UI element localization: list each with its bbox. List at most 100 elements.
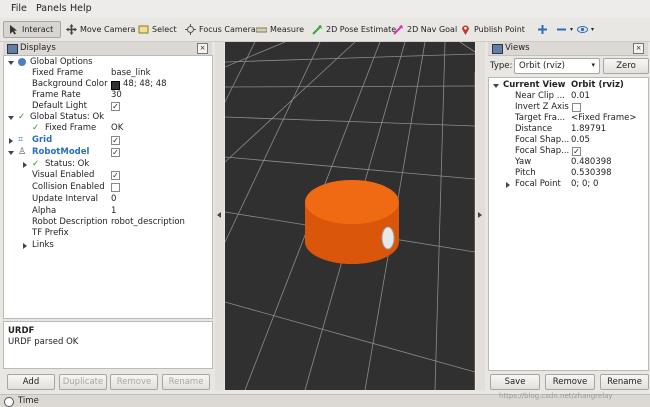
collapse-left-icon[interactable] <box>217 212 221 218</box>
view-row-focal-shape-size[interactable]: Focal Shap... 0.05 <box>489 135 648 146</box>
view-row-target-frame[interactable]: Target Fra... <Fixed Frame> <box>489 113 648 124</box>
tree-row-update-interval[interactable]: Update Interval 0 <box>4 194 212 205</box>
grid-enabled-checkbox[interactable]: ✓ <box>111 136 120 145</box>
rename-display-button[interactable]: Rename <box>162 374 210 390</box>
nav-goal-tool-button[interactable]: 2D Nav Goal <box>393 21 457 38</box>
tree-row-robot-model[interactable]: ♙ RobotModel ✓ <box>4 147 212 158</box>
tree-row-background-color[interactable]: Background Color 48; 48; 48 <box>4 79 212 90</box>
frame-rate-value[interactable]: 30 <box>111 90 122 101</box>
view-row-focal-shape-fixed[interactable]: Focal Shap... ✓ <box>489 146 648 157</box>
expand-arrow-icon[interactable] <box>8 116 14 120</box>
focal-point-value[interactable]: 0; 0; 0 <box>571 179 598 190</box>
menu-help[interactable]: Help <box>70 3 92 14</box>
tree-row-links[interactable]: Links <box>4 240 212 251</box>
tree-label: TF Prefix <box>32 228 69 238</box>
add-display-button[interactable]: Add <box>7 374 55 390</box>
tree-label: Status: Ok <box>45 159 90 169</box>
remove-tool-button[interactable]: ▾ <box>556 21 573 38</box>
tree-row-visual-enabled[interactable]: Visual Enabled ✓ <box>4 170 212 181</box>
render-viewport[interactable] <box>225 42 475 390</box>
remove-view-button[interactable]: Remove <box>545 374 595 390</box>
focus-camera-tool-button[interactable]: Focus Camera <box>185 21 256 38</box>
left-panel-splitter[interactable] <box>215 42 224 390</box>
publish-point-tool-button[interactable]: Publish Point <box>460 21 525 38</box>
pitch-value[interactable]: 0.530398 <box>571 168 612 179</box>
update-interval-value[interactable]: 0 <box>111 194 116 205</box>
save-view-button[interactable]: Save <box>490 374 540 390</box>
collapse-right-icon[interactable] <box>478 212 482 218</box>
add-tool-button[interactable] <box>537 21 551 38</box>
tree-label: Global Status: Ok <box>30 112 105 122</box>
duplicate-display-button[interactable]: Duplicate <box>59 374 107 390</box>
view-row-pitch[interactable]: Pitch 0.530398 <box>489 168 648 179</box>
rename-view-button[interactable]: Rename <box>600 374 649 390</box>
view-row-current-view[interactable]: Current View Orbit (rviz) <box>489 80 648 91</box>
tree-row-global-options[interactable]: Global Options <box>4 57 212 68</box>
tree-row-robot-status[interactable]: ✓ Status: Ok <box>4 159 212 170</box>
view-row-invert-z[interactable]: Invert Z Axis <box>489 102 648 113</box>
distance-value[interactable]: 1.89791 <box>571 124 606 135</box>
fixed-frame-value[interactable]: base_link <box>111 68 151 79</box>
tree-label: Update Interval <box>32 194 99 204</box>
tree-row-robot-description[interactable]: Robot Description robot_description <box>4 217 212 228</box>
tool-properties-button[interactable]: ▾ <box>577 21 594 38</box>
color-swatch[interactable] <box>111 81 120 90</box>
collapse-arrow-icon[interactable] <box>506 182 510 188</box>
pose-estimate-tool-button[interactable]: 2D Pose Estimate <box>312 21 396 38</box>
expand-arrow-icon[interactable] <box>8 151 14 155</box>
target-frame-value[interactable]: <Fixed Frame> <box>571 113 636 124</box>
near-clip-value[interactable]: 0.01 <box>571 91 590 102</box>
view-row-near-clip[interactable]: Near Clip ... 0.01 <box>489 91 648 102</box>
collision-enabled-checkbox[interactable] <box>111 183 120 192</box>
yaw-value[interactable]: 0.480398 <box>571 157 612 168</box>
tree-row-alpha[interactable]: Alpha 1 <box>4 206 212 217</box>
expand-arrow-icon[interactable] <box>493 84 499 88</box>
collapse-arrow-icon[interactable] <box>23 162 27 168</box>
tree-label: Robot Description <box>32 217 108 227</box>
focal-shape-size-value[interactable]: 0.05 <box>571 135 590 146</box>
tree-row-frame-rate[interactable]: Frame Rate 30 <box>4 90 212 101</box>
grid-line <box>225 42 256 103</box>
tree-row-default-light[interactable]: Default Light ✓ <box>4 101 212 112</box>
move-camera-tool-label: Move Camera <box>80 25 136 34</box>
tree-row-collision-enabled[interactable]: Collision Enabled <box>4 182 212 193</box>
default-light-checkbox[interactable]: ✓ <box>111 102 120 111</box>
view-type-select[interactable]: Orbit (rviz) ▾ <box>514 58 600 74</box>
collapse-arrow-icon[interactable] <box>9 138 13 144</box>
robot-description-value[interactable]: robot_description <box>111 217 185 228</box>
move-camera-tool-button[interactable]: Move Camera <box>66 21 135 38</box>
grid-line <box>434 42 446 390</box>
right-panel-splitter[interactable] <box>476 42 485 390</box>
tree-row-fixed-frame[interactable]: Fixed Frame base_link <box>4 68 212 79</box>
measure-tool-button[interactable]: Measure <box>255 21 304 38</box>
tree-label: Invert Z Axis <box>515 102 569 112</box>
background-color-value[interactable]: 48; 48; 48 <box>123 79 167 90</box>
interact-tool-button[interactable]: Interact <box>3 21 61 38</box>
invert-z-checkbox[interactable] <box>572 103 581 112</box>
view-row-distance[interactable]: Distance 1.89791 <box>489 124 648 135</box>
zero-button[interactable]: Zero <box>603 58 649 74</box>
view-row-focal-point[interactable]: Focal Point 0; 0; 0 <box>489 179 648 190</box>
tree-row-fixed-frame-status[interactable]: ✓ Fixed Frame OK <box>4 123 212 134</box>
tree-row-global-status[interactable]: ✓ Global Status: Ok <box>4 112 212 123</box>
select-tool-button[interactable]: Select <box>138 21 177 38</box>
tree-label: Alpha <box>32 206 57 216</box>
displays-close-icon[interactable]: × <box>197 43 208 54</box>
remove-display-button[interactable]: Remove <box>110 374 158 390</box>
alpha-value[interactable]: 1 <box>111 206 116 217</box>
views-close-icon[interactable]: × <box>633 43 644 54</box>
menu-file[interactable]: File <box>11 3 27 14</box>
expand-arrow-icon[interactable] <box>8 61 14 65</box>
robot-model-enabled-checkbox[interactable]: ✓ <box>111 148 120 157</box>
tree-label: Fixed Frame <box>45 123 97 133</box>
tree-label: Fixed Frame <box>32 68 84 78</box>
tree-row-grid[interactable]: ⌗ Grid ✓ <box>4 135 212 146</box>
menu-panels[interactable]: Panels <box>36 3 67 14</box>
visual-enabled-checkbox[interactable]: ✓ <box>111 171 120 180</box>
collapse-arrow-icon[interactable] <box>23 243 27 249</box>
tree-row-tf-prefix[interactable]: TF Prefix <box>4 228 212 239</box>
displays-title-text: Displays <box>20 43 56 53</box>
view-row-yaw[interactable]: Yaw 0.480398 <box>489 157 648 168</box>
nav-goal-tool-label: 2D Nav Goal <box>407 25 458 34</box>
focal-shape-fixed-checkbox[interactable]: ✓ <box>572 147 581 156</box>
